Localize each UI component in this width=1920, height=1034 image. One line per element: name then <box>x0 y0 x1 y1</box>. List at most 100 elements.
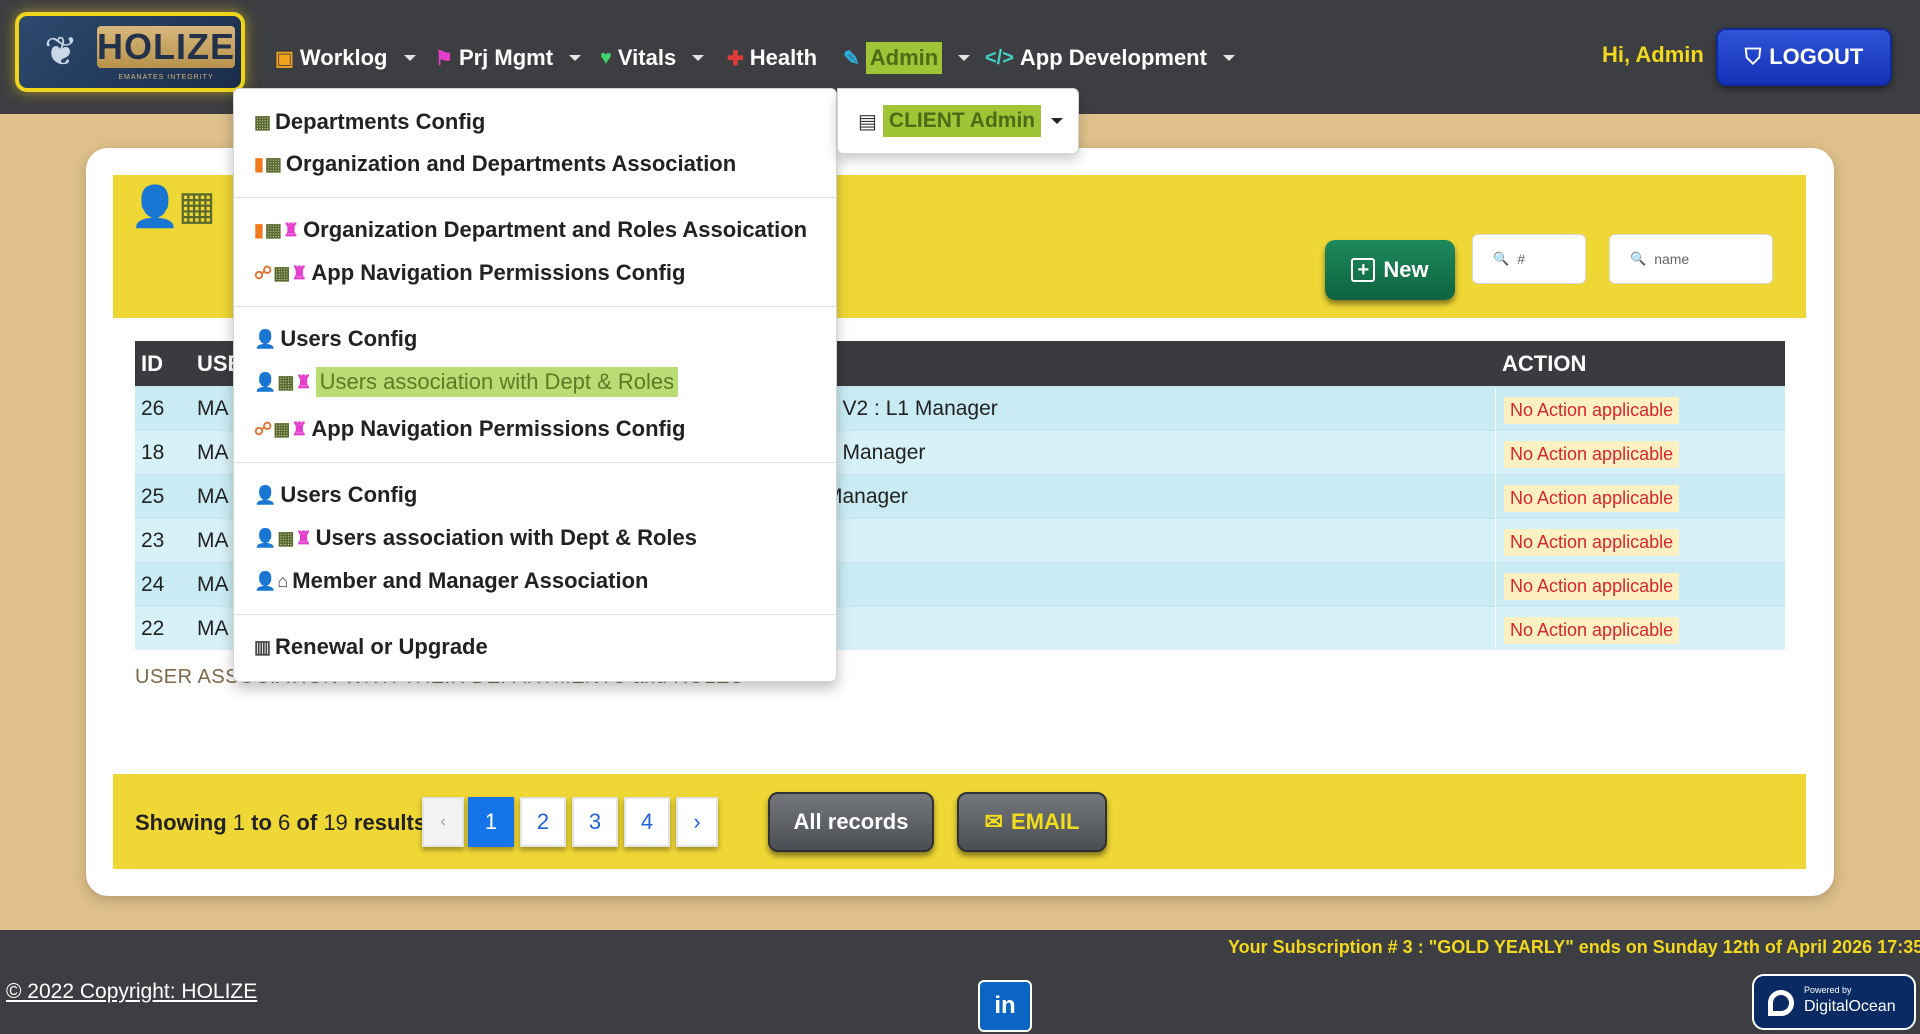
city-icon: ▥ <box>254 636 272 657</box>
menu-item-users-dept-roles-association-2[interactable]: 👤 ▦ ♜ Users association with Dept & Roles <box>254 522 697 554</box>
user-icon: 👤 <box>254 371 277 392</box>
new-button[interactable]: + New <box>1325 240 1455 300</box>
plus-icon: + <box>1351 258 1376 282</box>
code-icon: </> <box>985 46 1014 69</box>
menu-item-label: Organization and Departments Association <box>285 151 737 176</box>
nav-worklog[interactable]: ▣ Worklog <box>275 40 416 76</box>
menu-item-member-manager-association[interactable]: 👤 ⌂ Member and Manager Association <box>254 565 648 597</box>
copyright-link[interactable]: © 2022 Copyright: HOLIZE <box>6 980 257 1004</box>
row-id: 18 <box>141 441 165 464</box>
menu-icons: ☍ ▦ ♜ <box>254 419 307 440</box>
logout-button[interactable]: ⛉ LOGOUT <box>1716 28 1892 86</box>
nav-worklog-label: Worklog <box>299 45 388 70</box>
chevron-down-icon <box>692 55 705 61</box>
menu-item-label: Users association with Dept & Roles <box>315 367 679 397</box>
showing-to: 6 <box>278 810 291 835</box>
client-admin-label: CLIENT Admin <box>882 105 1042 137</box>
search-icon: 🔍 <box>1630 251 1647 266</box>
menu-item-label: Users Config <box>280 326 418 351</box>
navigation-icon: ☍ <box>254 418 273 439</box>
client-admin-toggle[interactable]: ▤ CLIENT Admin <box>858 105 1064 137</box>
user-icon: 👤 <box>254 527 277 548</box>
menu-item-users-dept-roles-association[interactable]: 👤 ▦ ♜ Users association with Dept & Roles <box>254 366 679 398</box>
nav-prj-mgmt[interactable]: ⚑ Prj Mgmt <box>435 40 582 76</box>
search-name-input[interactable]: 🔍 name <box>1609 234 1773 284</box>
pagination-page-4[interactable]: 4 <box>624 797 670 847</box>
all-records-button[interactable]: All records <box>768 792 934 852</box>
email-label: EMAIL <box>1010 809 1080 834</box>
menu-item-org-departments-association[interactable]: ▮ ▦ Organization and Departments Associat… <box>254 148 736 180</box>
digitalocean-logo-icon <box>1768 990 1794 1016</box>
search-icon: 🔍 <box>1493 251 1510 266</box>
subscription-notice: Your Subscription # 3 : "GOLD YEARLY" en… <box>1228 937 1920 957</box>
row-association: Manager <box>825 485 908 508</box>
project-icon: ⚑ <box>435 47 453 70</box>
navigation-icon: ☍ <box>254 262 273 283</box>
user-icon: 👤 <box>254 484 277 505</box>
nav-vitals-label: Vitals <box>617 45 677 70</box>
menu-icons: 👤 <box>254 485 276 506</box>
pagination-next-button[interactable]: › <box>676 797 718 847</box>
no-action-badge: No Action applicable <box>1504 441 1680 468</box>
do-powered-by: Powered by <box>1804 985 1852 995</box>
building-icon: ▦ <box>277 527 295 548</box>
menu-icons: ▦ <box>254 112 271 133</box>
menu-icons: 👤 ▦ ♜ <box>254 372 312 393</box>
nav-admin[interactable]: ✎ Admin <box>843 40 971 76</box>
menu-item-label: Organization Department and Roles Assoic… <box>303 217 808 242</box>
menu-item-users-config-2[interactable]: 👤 Users Config <box>254 479 417 511</box>
search-id-input[interactable]: 🔍 # <box>1472 234 1586 284</box>
column-header-action[interactable]: ACTION <box>1502 351 1586 377</box>
pagination-page-2[interactable]: 2 <box>520 797 566 847</box>
showing-prefix: Showing <box>135 810 227 835</box>
showing-results-word: results <box>353 810 427 835</box>
building-user-icon: ▦ <box>178 184 216 228</box>
nav-app-development[interactable]: </> App Development <box>985 40 1235 76</box>
email-button[interactable]: ✉ EMAIL <box>957 792 1107 852</box>
organization-icon: ▮ <box>254 219 264 240</box>
envelope-icon: ✉ <box>984 809 1003 834</box>
menu-item-users-config[interactable]: 👤 Users Config <box>254 323 417 355</box>
client-admin-dropdown[interactable]: ▤ CLIENT Admin <box>837 88 1079 154</box>
row-user: MA <box>197 573 229 596</box>
role-chair-icon: ♜ <box>282 219 300 240</box>
row-id: 26 <box>141 397 165 420</box>
do-name: DigitalOcean <box>1804 998 1896 1015</box>
pagination-page-1[interactable]: 1 <box>468 797 514 847</box>
nav-vitals[interactable]: ♥ Vitals <box>600 40 705 76</box>
manager-hierarchy-icon: ⌂ <box>277 570 289 591</box>
nav-health[interactable]: ✚ Health <box>727 40 817 76</box>
no-action-badge: No Action applicable <box>1504 485 1680 512</box>
menu-divider <box>234 197 836 198</box>
row-association: e V2 : L1 Manager <box>825 397 998 420</box>
brand-name: HOLIZE <box>97 26 235 68</box>
menu-item-app-nav-permissions-config-2[interactable]: ☍ ▦ ♜ App Navigation Permissions Config <box>254 413 685 445</box>
linkedin-icon[interactable]: in <box>978 980 1032 1032</box>
showing-from: 1 <box>232 810 246 835</box>
all-records-label: All records <box>793 809 909 834</box>
menu-item-org-dept-roles-association[interactable]: ▮ ▦ ♜ Organization Department and Roles As… <box>254 214 807 246</box>
results-summary: Showing 1 to 6 of 19 results <box>135 810 426 836</box>
menu-item-renewal-upgrade[interactable]: ▥ Renewal or Upgrade <box>254 631 488 663</box>
menu-item-label: Departments Config <box>275 109 486 134</box>
showing-total: 19 <box>323 810 348 835</box>
pagination-page-3[interactable]: 3 <box>572 797 618 847</box>
row-id: 23 <box>141 529 165 552</box>
menu-item-app-nav-permissions-config[interactable]: ☍ ▦ ♜ App Navigation Permissions Config <box>254 257 685 289</box>
role-chair-icon: ♜ <box>295 371 312 392</box>
no-action-badge: No Action applicable <box>1504 617 1680 644</box>
no-action-badge: No Action applicable <box>1504 573 1680 600</box>
row-id: 24 <box>141 573 165 596</box>
user-icon: 👤 <box>254 570 277 591</box>
role-chair-icon: ♜ <box>295 527 312 548</box>
pagination-prev-button[interactable]: ‹ <box>422 797 464 847</box>
chevron-down-icon <box>958 55 971 61</box>
nav-app-development-label: App Development <box>1019 45 1207 70</box>
nav-health-label: Health <box>749 45 818 70</box>
column-header-id[interactable]: ID <box>141 351 163 377</box>
menu-divider <box>234 462 836 463</box>
brand-logo[interactable]: ❦ HOLIZE EMANATES INTEGRITY <box>15 12 245 92</box>
search-id-placeholder: # <box>1517 251 1525 267</box>
menu-item-departments-config[interactable]: ▦ Departments Config <box>254 106 485 138</box>
digitalocean-badge[interactable]: Powered by DigitalOcean <box>1752 974 1916 1030</box>
